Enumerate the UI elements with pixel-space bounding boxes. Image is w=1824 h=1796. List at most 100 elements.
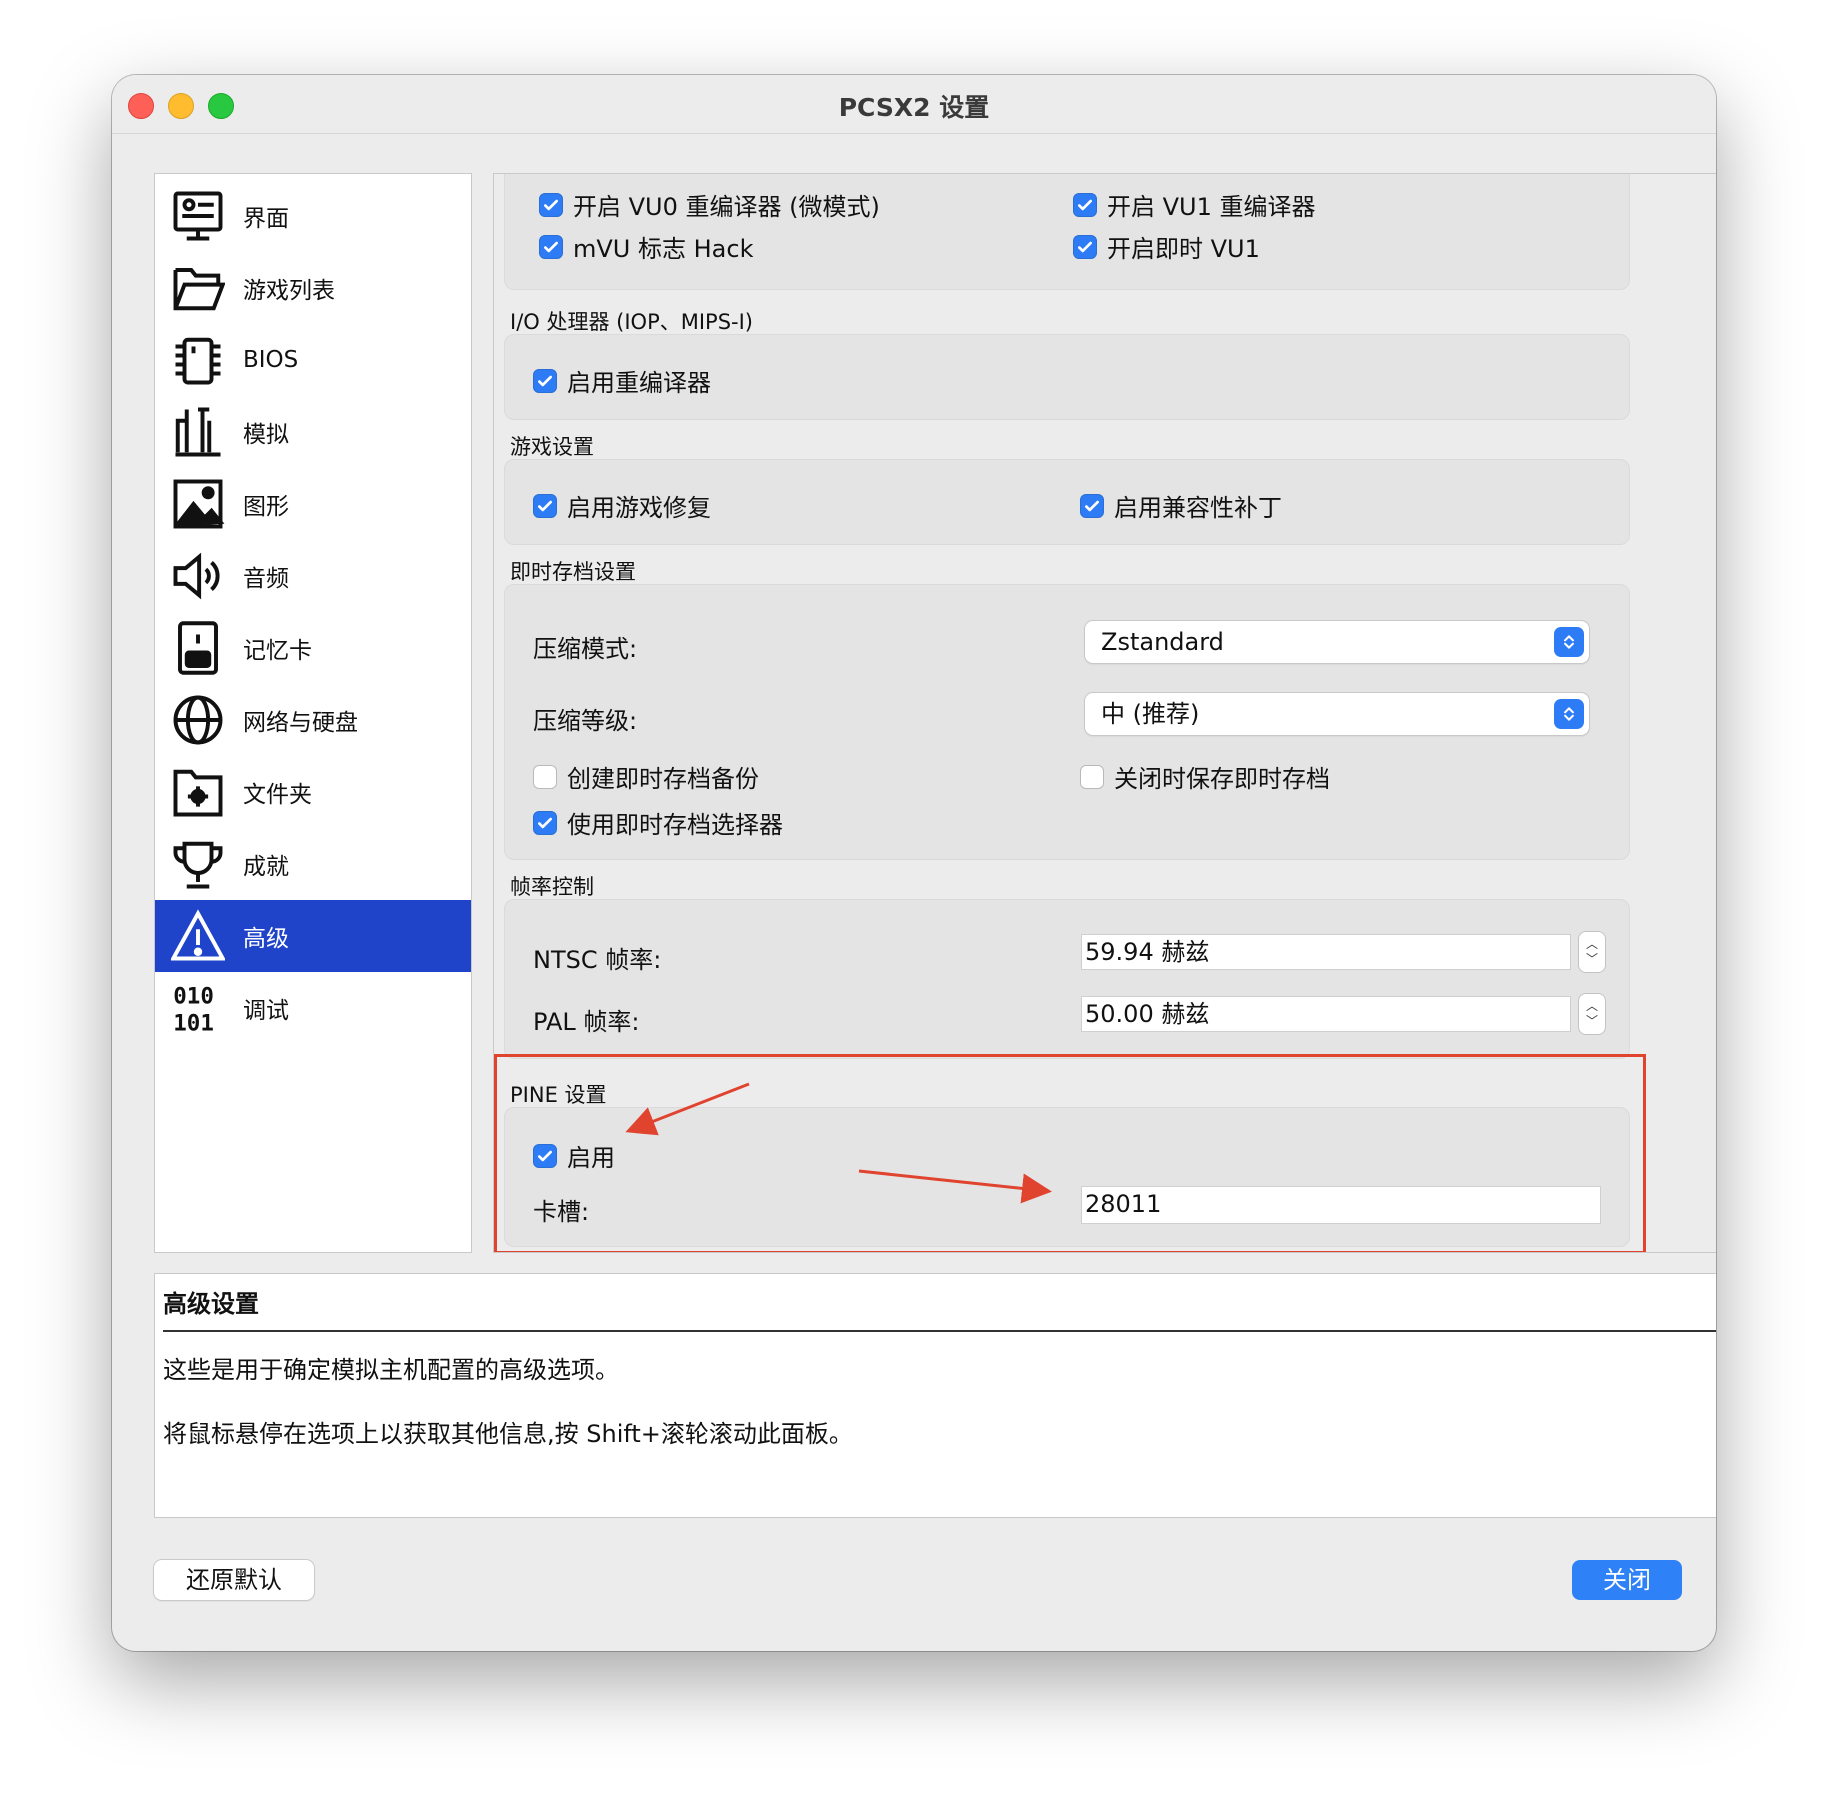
speaker-icon <box>169 547 227 605</box>
chevron-down-icon[interactable]: ﹀ <box>1586 1014 1598 1029</box>
checkbox-unchecked[interactable] <box>1080 764 1104 789</box>
savestate-group: 压缩模式: Zstandard 压缩等级: 中 (推荐) 创建即时存档备份 关闭… <box>504 584 1630 860</box>
memory-card-icon <box>169 619 227 677</box>
option-label: 启用兼容性补丁 <box>1114 494 1282 522</box>
sidebar-item-label: 游戏列表 <box>243 278 335 304</box>
game-section-title: 游戏设置 <box>510 435 594 459</box>
ntsc-framerate-stepper[interactable]: ︿ ﹀ <box>1579 932 1605 972</box>
sidebar-item-graphics[interactable]: 图形 <box>155 468 471 540</box>
iop-recompiler-option[interactable]: 启用重编译器 <box>533 363 711 398</box>
sidebar-item-interface[interactable]: 界面 <box>155 180 471 252</box>
option-label: 使用即时存档选择器 <box>567 811 783 839</box>
compression-mode-select[interactable]: Zstandard <box>1085 621 1589 663</box>
pine-slot-input[interactable]: 28011 <box>1081 1186 1601 1224</box>
pal-framerate-label: PAL 帧率: <box>533 1008 640 1036</box>
compat-patches-option[interactable]: 启用兼容性补丁 <box>1080 488 1282 523</box>
compression-level-select[interactable]: 中 (推荐) <box>1085 693 1589 735</box>
savestate-section-title: 即时存档设置 <box>510 560 636 584</box>
option-label: 开启 VU0 重编译器 (微模式) <box>573 193 880 221</box>
checkbox-checked[interactable] <box>1080 493 1104 518</box>
ntsc-framerate-label: NTSC 帧率: <box>533 946 662 974</box>
iop-group: 启用重编译器 <box>504 334 1630 420</box>
option-label: mVU 标志 Hack <box>573 235 754 263</box>
restore-defaults-button[interactable]: 还原默认 <box>154 1560 314 1600</box>
chevron-down-icon[interactable]: ﹀ <box>1586 952 1598 967</box>
pine-enable-option[interactable]: 启用 <box>533 1138 615 1173</box>
checkbox-checked[interactable] <box>533 1143 557 1168</box>
framerate-section-title: 帧率控制 <box>510 875 594 899</box>
window-title: PCSX2 设置 <box>838 93 990 122</box>
sidebar-item-label: 调试 <box>243 998 289 1024</box>
globe-icon <box>169 691 227 749</box>
save-on-close-option[interactable]: 关闭时保存即时存档 <box>1080 759 1330 794</box>
chevron-up-icon[interactable]: ︿ <box>1586 937 1598 952</box>
checkbox-checked[interactable] <box>539 234 563 259</box>
sidebar-item-debug[interactable]: 010 101 调试 <box>155 972 471 1044</box>
option-label: 开启 VU1 重编译器 <box>1107 193 1316 221</box>
savestate-backup-option[interactable]: 创建即时存档备份 <box>533 759 759 794</box>
sidebar-item-game-list[interactable]: 游戏列表 <box>155 252 471 324</box>
option-label: 开启即时 VU1 <box>1107 235 1260 263</box>
sidebar-item-audio[interactable]: 音频 <box>155 540 471 612</box>
mvu-flag-hack-option[interactable]: mVU 标志 Hack <box>539 229 753 264</box>
checkbox-checked[interactable] <box>533 810 557 835</box>
svg-text:101: 101 <box>173 1011 214 1036</box>
compression-mode-label: 压缩模式: <box>533 635 638 663</box>
instant-vu1-option[interactable]: 开启即时 VU1 <box>1073 229 1260 264</box>
vu1-recompiler-option[interactable]: 开启 VU1 重编译器 <box>1073 187 1316 222</box>
pine-group: 启用 卡槽: 28011 <box>504 1107 1630 1247</box>
sidebar-item-advanced[interactable]: 高级 <box>155 900 471 972</box>
sidebar-item-label: 模拟 <box>243 422 289 448</box>
folder-open-icon <box>169 259 227 317</box>
checkbox-checked[interactable] <box>539 192 563 217</box>
sidebar-item-label: 图形 <box>243 494 289 520</box>
image-icon <box>169 475 227 533</box>
ntsc-framerate-input[interactable]: 59.94 赫兹 <box>1081 934 1571 970</box>
pine-slot-label: 卡槽: <box>533 1198 590 1226</box>
pillars-icon <box>169 403 227 461</box>
select-value: Zstandard <box>1101 628 1224 656</box>
pal-framerate-stepper[interactable]: ︿ ﹀ <box>1579 994 1605 1034</box>
close-button[interactable]: 关闭 <box>1572 1560 1682 1600</box>
sidebar-item-network[interactable]: 网络与硬盘 <box>155 684 471 756</box>
option-label: 启用游戏修复 <box>567 494 711 522</box>
sidebar-item-label: 音频 <box>243 566 289 592</box>
checkbox-unchecked[interactable] <box>533 764 557 789</box>
settings-panel: 开启 VU0 重编译器 (微模式) 开启 VU1 重编译器 mVU 标志 Hac… <box>493 173 1716 1253</box>
iop-section-title: I/O 处理器 (IOP、MIPS-I) <box>510 310 753 334</box>
binary-icon: 010 101 <box>169 979 227 1037</box>
checkbox-checked[interactable] <box>533 493 557 518</box>
settings-sidebar: 界面 游戏列表 BIOS 模拟 图形 音频 记忆卡 网络与硬盘 文件夹 成就 高… <box>154 173 472 1253</box>
sidebar-item-label: 网络与硬盘 <box>243 710 358 736</box>
savestate-selector-option[interactable]: 使用即时存档选择器 <box>533 805 783 840</box>
description-divider <box>163 1330 1716 1332</box>
sidebar-item-label: 高级 <box>243 926 289 952</box>
sidebar-item-bios[interactable]: BIOS <box>155 324 471 396</box>
settings-window: PCSX2 设置 界面 游戏列表 BIOS 模拟 图形 音频 记忆卡 网络与硬盘… <box>112 75 1716 1651</box>
title-bar: PCSX2 设置 <box>112 75 1716 134</box>
folder-gear-icon <box>169 763 227 821</box>
warning-icon <box>169 907 227 965</box>
game-fixes-option[interactable]: 启用游戏修复 <box>533 488 711 523</box>
chip-icon <box>169 331 227 389</box>
updown-arrows-icon <box>1554 699 1584 729</box>
sidebar-item-achievements[interactable]: 成就 <box>155 828 471 900</box>
description-panel: 高级设置 这些是用于确定模拟主机配置的高级选项。 将鼠标悬停在选项上以获取其他信… <box>154 1273 1716 1518</box>
sidebar-item-label: 界面 <box>243 206 289 232</box>
option-label: 创建即时存档备份 <box>567 765 759 793</box>
sidebar-item-label: 文件夹 <box>243 782 312 808</box>
chevron-up-icon[interactable]: ︿ <box>1586 999 1598 1014</box>
sidebar-item-emulation[interactable]: 模拟 <box>155 396 471 468</box>
pal-framerate-input[interactable]: 50.00 赫兹 <box>1081 996 1571 1032</box>
select-value: 中 (推荐) <box>1101 700 1200 728</box>
checkbox-checked[interactable] <box>1073 234 1097 259</box>
checkbox-checked[interactable] <box>1073 192 1097 217</box>
sidebar-item-memory-card[interactable]: 记忆卡 <box>155 612 471 684</box>
sidebar-item-label: 成就 <box>243 854 289 880</box>
interface-icon <box>169 187 227 245</box>
checkbox-checked[interactable] <box>533 368 557 393</box>
description-title: 高级设置 <box>163 1290 259 1318</box>
sidebar-item-folders[interactable]: 文件夹 <box>155 756 471 828</box>
vu0-recompiler-option[interactable]: 开启 VU0 重编译器 (微模式) <box>539 187 880 222</box>
description-hint: 将鼠标悬停在选项上以获取其他信息,按 Shift+滚轮滚动此面板。 <box>163 1420 853 1448</box>
